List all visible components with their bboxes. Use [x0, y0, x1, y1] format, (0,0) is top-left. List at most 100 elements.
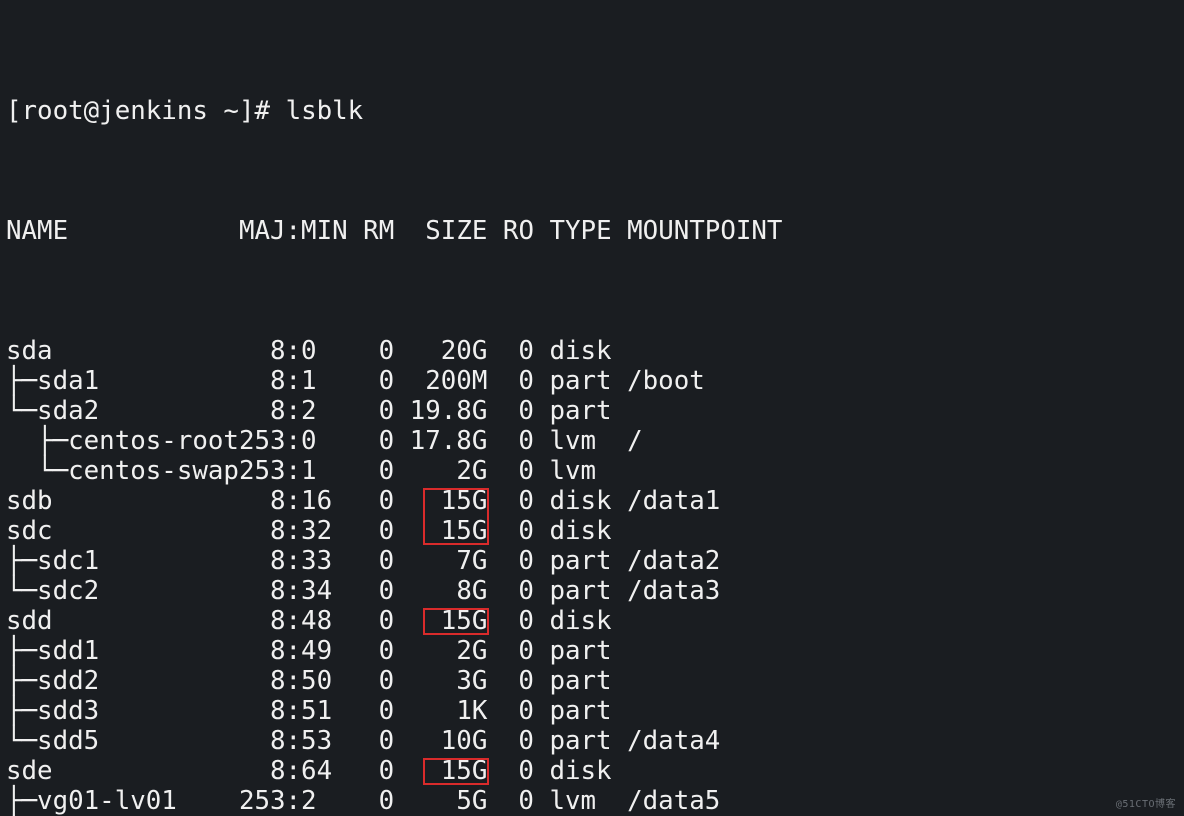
device-name: └─sdc2 — [6, 576, 208, 606]
mount-value: /boot — [627, 366, 705, 396]
maj-value: 8 — [208, 486, 286, 516]
majmin-sep: : — [286, 786, 302, 816]
ro-value: 0 — [487, 786, 534, 816]
min-value: 33 — [301, 546, 348, 576]
majmin-sep: : — [286, 426, 302, 456]
size-value: 15G — [394, 516, 487, 546]
type-value: disk — [549, 606, 627, 636]
min-value: 16 — [301, 486, 348, 516]
table-row: sdc8:32015G0disk — [6, 516, 1178, 546]
terminal-output[interactable]: [root@jenkins ~]# lsblk NAMEMAJ:MINRMSIZ… — [0, 0, 1184, 816]
mount-value: /data2 — [627, 546, 720, 576]
ro-value: 0 — [487, 696, 534, 726]
majmin-sep: : — [286, 726, 302, 756]
min-value: 53 — [301, 726, 348, 756]
min-value: 1 — [301, 456, 348, 486]
mount-value: / — [627, 426, 643, 456]
size-value: 17.8G — [394, 426, 487, 456]
table-row: ├─sdc18:3307G0part/data2 — [6, 546, 1178, 576]
size-value: 2G — [394, 636, 487, 666]
majmin-sep: : — [286, 666, 302, 696]
maj-value: 8 — [208, 756, 286, 786]
rm-value: 0 — [348, 636, 395, 666]
type-value: lvm — [549, 786, 627, 816]
min-value: 34 — [301, 576, 348, 606]
type-value: part — [549, 726, 627, 756]
size-value: 5G — [394, 786, 487, 816]
majmin-sep: : — [286, 456, 302, 486]
mount-value: /data4 — [627, 726, 720, 756]
maj-value: 8 — [208, 576, 286, 606]
maj-value: 8 — [208, 726, 286, 756]
type-value: disk — [549, 756, 627, 786]
table-row: ├─sdd28:5003G0part — [6, 666, 1178, 696]
device-name: ├─sdd3 — [6, 696, 208, 726]
maj-value: 8 — [208, 606, 286, 636]
size-value: 15G — [394, 756, 487, 786]
ro-value: 0 — [487, 456, 534, 486]
device-name: └─centos-swap — [6, 456, 208, 486]
maj-value: 8 — [208, 696, 286, 726]
min-value: 49 — [301, 636, 348, 666]
size-value: 15G — [394, 486, 487, 516]
table-row: └─sda28:2019.8G0part — [6, 396, 1178, 426]
table-row: └─centos-swap253:102G0lvm — [6, 456, 1178, 486]
shell-prompt: [root@jenkins ~]# — [6, 96, 286, 126]
table-row: ├─sda18:10200M0part/boot — [6, 366, 1178, 396]
type-value: part — [549, 366, 627, 396]
rm-value: 0 — [348, 606, 395, 636]
rm-value: 0 — [348, 366, 395, 396]
header-row: NAMEMAJ:MINRMSIZEROTYPEMOUNTPOINT — [6, 216, 1178, 246]
size-value: 19.8G — [394, 396, 487, 426]
min-value: 32 — [301, 516, 348, 546]
device-name: ├─centos-root — [6, 426, 208, 456]
device-name: ├─sdc1 — [6, 546, 208, 576]
table-row: sde8:64015G0disk — [6, 756, 1178, 786]
min-value: 48 — [301, 606, 348, 636]
ro-value: 0 — [487, 396, 534, 426]
table-row: sda8:0020G0disk — [6, 336, 1178, 366]
type-value: part — [549, 636, 627, 666]
majmin-sep: : — [286, 336, 302, 366]
rm-value: 0 — [348, 456, 395, 486]
mount-value: /data3 — [627, 576, 720, 606]
min-value: 50 — [301, 666, 348, 696]
ro-value: 0 — [487, 726, 534, 756]
majmin-sep: : — [286, 486, 302, 516]
rm-value: 0 — [348, 546, 395, 576]
ro-value: 0 — [487, 606, 534, 636]
maj-value: 8 — [208, 666, 286, 696]
majmin-sep: : — [286, 366, 302, 396]
device-name: ├─vg01-lv01 — [6, 786, 208, 816]
size-value: 1K — [394, 696, 487, 726]
ro-value: 0 — [487, 426, 534, 456]
size-value: 200M — [394, 366, 487, 396]
hdr-size: SIZE — [394, 216, 487, 246]
rm-value: 0 — [348, 726, 395, 756]
table-row: ├─sdd38:5101K0part — [6, 696, 1178, 726]
majmin-sep: : — [286, 396, 302, 426]
majmin-sep: : — [286, 546, 302, 576]
device-name: sde — [6, 756, 208, 786]
maj-value: 8 — [208, 636, 286, 666]
rm-value: 0 — [348, 516, 395, 546]
majmin-sep: : — [286, 516, 302, 546]
hdr-name: NAME — [6, 216, 208, 246]
rm-value: 0 — [348, 696, 395, 726]
hdr-type: TYPE — [550, 216, 628, 246]
ro-value: 0 — [487, 576, 534, 606]
mount-value: /data1 — [627, 486, 720, 516]
maj-value: 8 — [208, 516, 286, 546]
ro-value: 0 — [487, 366, 534, 396]
table-row: sdd8:48015G0disk — [6, 606, 1178, 636]
prompt-line: [root@jenkins ~]# lsblk — [6, 96, 1178, 126]
majmin-sep: : — [286, 636, 302, 666]
device-name: sdc — [6, 516, 208, 546]
size-value: 20G — [394, 336, 487, 366]
maj-value: 253 — [208, 456, 286, 486]
mount-value: /data5 — [627, 786, 720, 816]
size-value: 8G — [394, 576, 487, 606]
ro-value: 0 — [487, 666, 534, 696]
maj-value: 253 — [208, 786, 286, 816]
min-value: 1 — [301, 366, 348, 396]
